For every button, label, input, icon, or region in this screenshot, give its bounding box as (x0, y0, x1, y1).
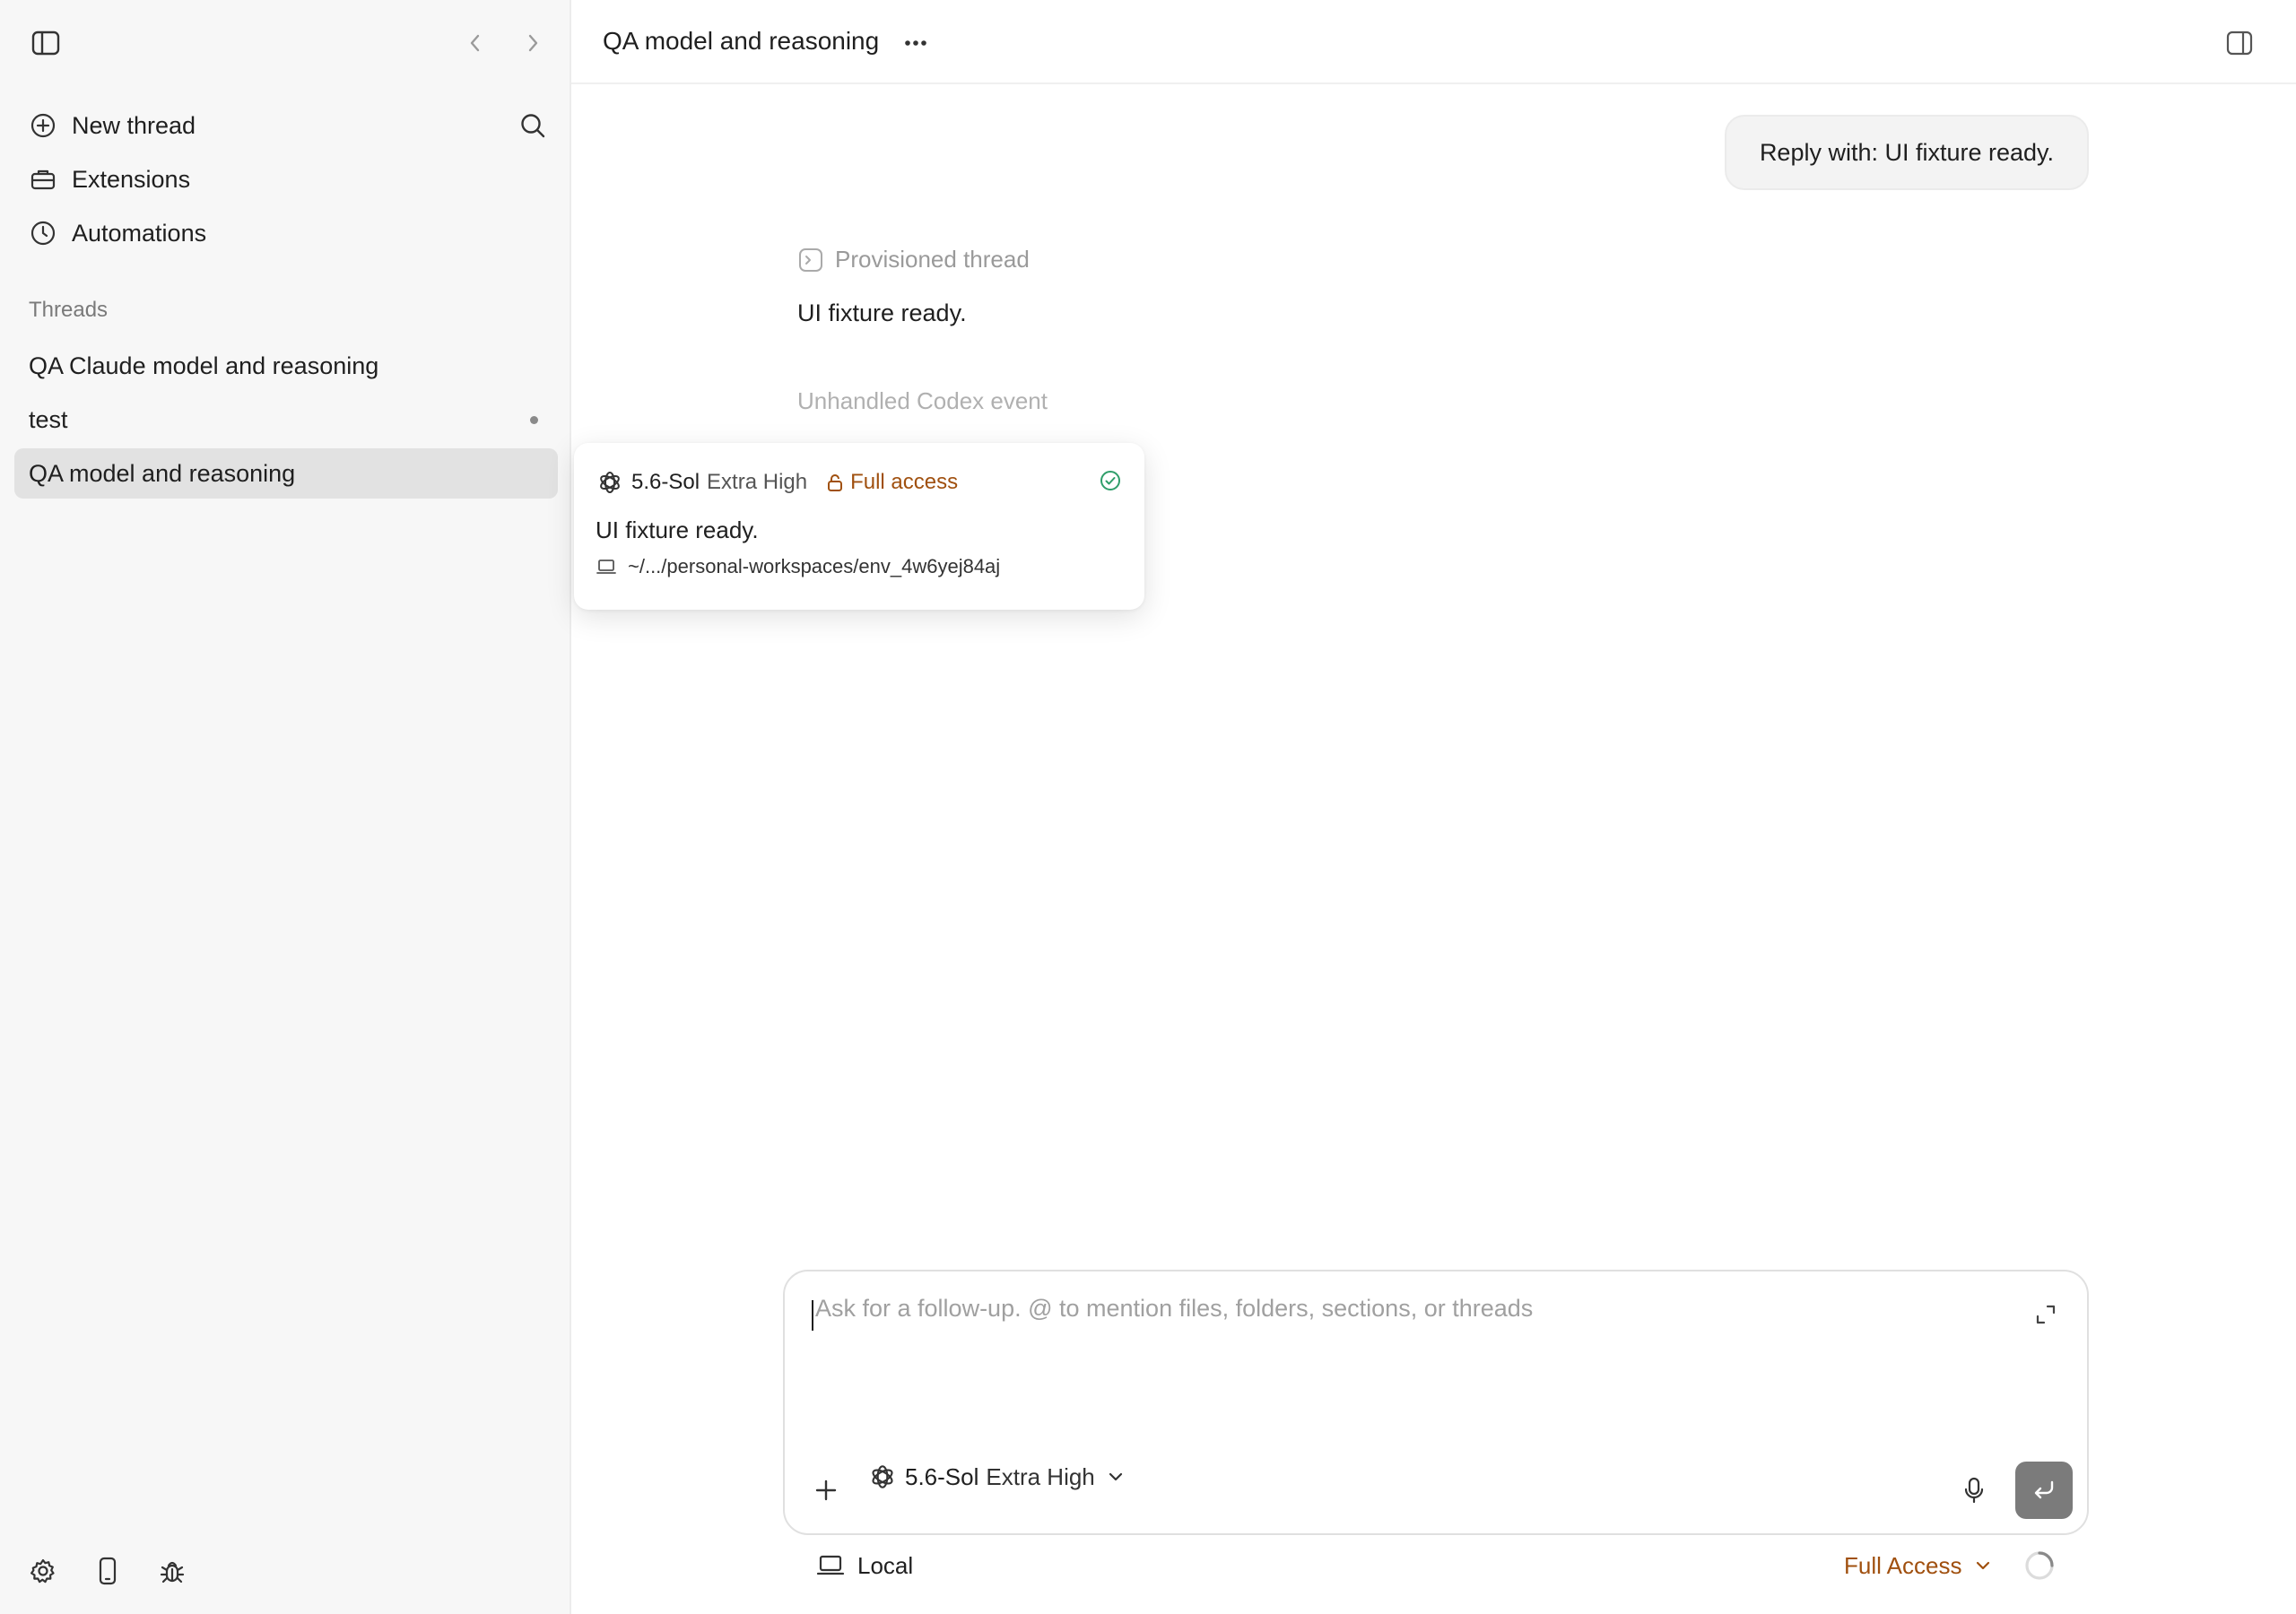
attach-button[interactable] (808, 1469, 844, 1512)
unread-dot (530, 416, 538, 424)
sidebar-toggle-icon (31, 30, 60, 56)
provisioned-thread-label: Provisioned thread (797, 246, 1030, 273)
voice-input-button[interactable] (1954, 1469, 1994, 1512)
popover-path-text: ~/.../personal-workspaces/env_4w6yej84aj (628, 555, 1001, 577)
unhandled-event-label: Unhandled Codex event (797, 387, 1048, 414)
send-button[interactable] (2015, 1462, 2073, 1519)
popover-access-text: Full access (850, 470, 959, 494)
plus-circle-icon (29, 111, 57, 140)
lock-open-icon (828, 474, 843, 491)
popover-access: Full access (825, 470, 958, 495)
thread-summary-popover: 5.6-Sol Extra High Full access UI fixtur… (574, 443, 1144, 610)
assistant-reply: UI fixture ready. (797, 299, 967, 326)
chevron-left-icon (470, 34, 480, 52)
panel-right-icon (2226, 30, 2253, 56)
nav-label: Extensions (72, 165, 191, 193)
expand-composer-button[interactable] (2030, 1298, 2062, 1331)
page-title: QA model and reasoning (603, 27, 880, 55)
thread-item-test[interactable]: test (14, 395, 558, 445)
toggle-sidebar-button[interactable] (27, 27, 65, 59)
toolbox-icon (29, 165, 57, 194)
text-caret (812, 1300, 813, 1331)
search-icon (521, 114, 545, 138)
popover-effort: Extra High (707, 470, 808, 494)
chevron-right-icon (528, 34, 538, 52)
more-horizontal-icon (905, 40, 926, 46)
thread-label: QA model and reasoning (29, 459, 296, 487)
thread-item-qa-claude[interactable]: QA Claude model and reasoning (14, 341, 558, 391)
new-thread-button[interactable]: New thread (14, 100, 558, 151)
microphone-icon (1964, 1477, 1984, 1504)
location-label: Local (857, 1551, 914, 1579)
access-selector[interactable]: Full Access (1844, 1548, 1993, 1584)
provisioned-text: Provisioned thread (835, 246, 1030, 273)
clock-icon (29, 219, 57, 247)
forward-button[interactable] (517, 27, 549, 59)
settings-button[interactable] (25, 1555, 61, 1587)
enter-arrow-icon (2034, 1480, 2054, 1499)
openai-logo-icon (872, 1465, 893, 1488)
chevron-down-icon (1976, 1561, 1989, 1570)
access-label: Full Access (1844, 1551, 1962, 1579)
thread-label: QA Claude model and reasoning (29, 351, 379, 379)
model-selector[interactable]: 5.6-Sol Extra High (867, 1462, 1126, 1492)
top-bar: QA model and reasoning (571, 0, 2296, 84)
loading-indicator (2023, 1548, 2056, 1584)
debug-button[interactable] (154, 1555, 190, 1587)
sidebar: New thread Extensions Automations Thread… (0, 0, 571, 1614)
popover-path: ~/.../personal-workspaces/env_4w6yej84aj (596, 555, 1123, 578)
spinner-icon (2025, 1551, 2054, 1580)
thread-item-qa-model[interactable]: QA model and reasoning (14, 448, 558, 499)
phone-icon (99, 1557, 117, 1585)
follow-up-input[interactable] (813, 1293, 1983, 1404)
popover-model-name: 5.6-Sol (631, 470, 700, 494)
location-selector[interactable]: Local (816, 1548, 913, 1584)
user-message-bubble: Reply with: UI fixture ready. (1725, 115, 2089, 190)
model-selector-name: 5.6-Sol (905, 1462, 979, 1490)
back-button[interactable] (459, 27, 491, 59)
composer: 5.6-Sol Extra High (783, 1270, 2089, 1535)
laptop-icon (816, 1555, 845, 1575)
popover-message: UI fixture ready. (596, 516, 759, 543)
thread-menu-button[interactable] (896, 27, 935, 59)
nav-label: Automations (72, 219, 207, 247)
extensions-button[interactable]: Extensions (14, 154, 558, 204)
model-selector-effort: Extra High (986, 1462, 1095, 1490)
chevron-down-icon (1109, 1472, 1122, 1481)
thread-label: test (29, 405, 68, 433)
nav-label: New thread (72, 111, 196, 139)
expand-icon (2036, 1305, 2056, 1324)
openai-logo-icon (600, 472, 620, 493)
check-circle-icon (1100, 471, 1120, 490)
laptop-icon (596, 560, 616, 574)
bug-icon (160, 1561, 185, 1584)
threads-section-label: Threads (29, 298, 109, 322)
mobile-button[interactable] (90, 1555, 126, 1587)
search-button[interactable] (515, 109, 551, 142)
automations-button[interactable]: Automations (14, 208, 558, 258)
plus-icon (815, 1480, 837, 1501)
terminal-icon (799, 247, 822, 272)
gear-icon (30, 1558, 55, 1584)
toggle-right-panel-button[interactable] (2222, 27, 2257, 59)
user-message-text: Reply with: UI fixture ready. (1759, 138, 2055, 166)
